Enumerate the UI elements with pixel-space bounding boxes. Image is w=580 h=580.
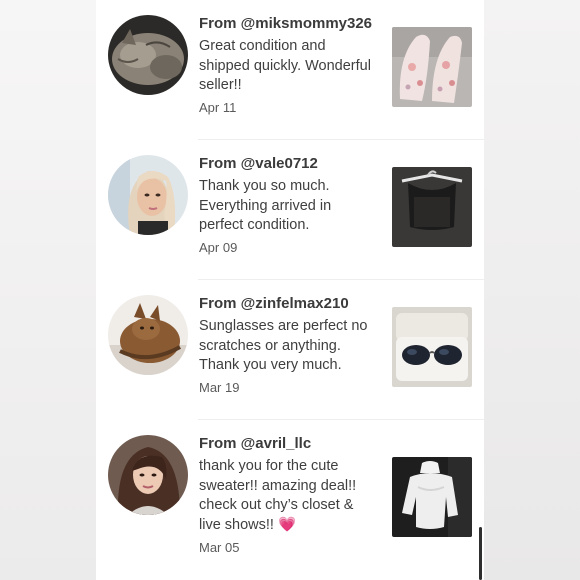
review-item: From @miksmommy326 Great condition and s… xyxy=(96,0,484,140)
white-sweater-photo[interactable] xyxy=(392,457,472,537)
woman-portrait-avatar[interactable] xyxy=(108,435,188,515)
review-item: From @avril_llc thank you for the cute s… xyxy=(96,420,484,560)
review-comment: Thank you so much. Everything arrived in… xyxy=(199,178,332,233)
review-author[interactable]: From @zinfelmax210 xyxy=(199,295,349,312)
woman-selfie-avatar[interactable] xyxy=(108,155,188,235)
black-top-on-hanger-photo[interactable] xyxy=(392,167,472,247)
review-date: Apr 09 xyxy=(199,240,238,255)
review-comment: Sunglasses are perfect no scratches or a… xyxy=(199,318,368,373)
sunglasses-in-case-photo[interactable] xyxy=(392,307,472,387)
review-item: From @vale0712 Thank you so much. Everyt… xyxy=(96,140,484,280)
review-date: Mar 05 xyxy=(199,540,240,555)
review-date: Mar 19 xyxy=(199,380,240,395)
background-right xyxy=(484,0,580,580)
reviews-panel: From @miksmommy326 Great condition and s… xyxy=(96,0,484,580)
review-author[interactable]: From @avril_llc xyxy=(199,435,311,452)
review-author[interactable]: From @vale0712 xyxy=(199,155,318,172)
review-date: Apr 11 xyxy=(199,100,237,115)
background-left xyxy=(0,0,96,580)
review-author[interactable]: From @miksmommy326 xyxy=(199,15,372,32)
cat-photo-avatar[interactable] xyxy=(108,15,188,95)
review-item: From @zinfelmax210 Sunglasses are perfec… xyxy=(96,280,484,420)
pink-sneakers-photo[interactable] xyxy=(392,27,472,107)
review-comment: thank you for the cute sweater!! amazing… xyxy=(199,458,357,533)
review-comment: Great condition and shipped quickly. Won… xyxy=(199,38,371,93)
scrollbar[interactable] xyxy=(479,527,482,580)
cat-photo-avatar[interactable] xyxy=(108,295,188,375)
